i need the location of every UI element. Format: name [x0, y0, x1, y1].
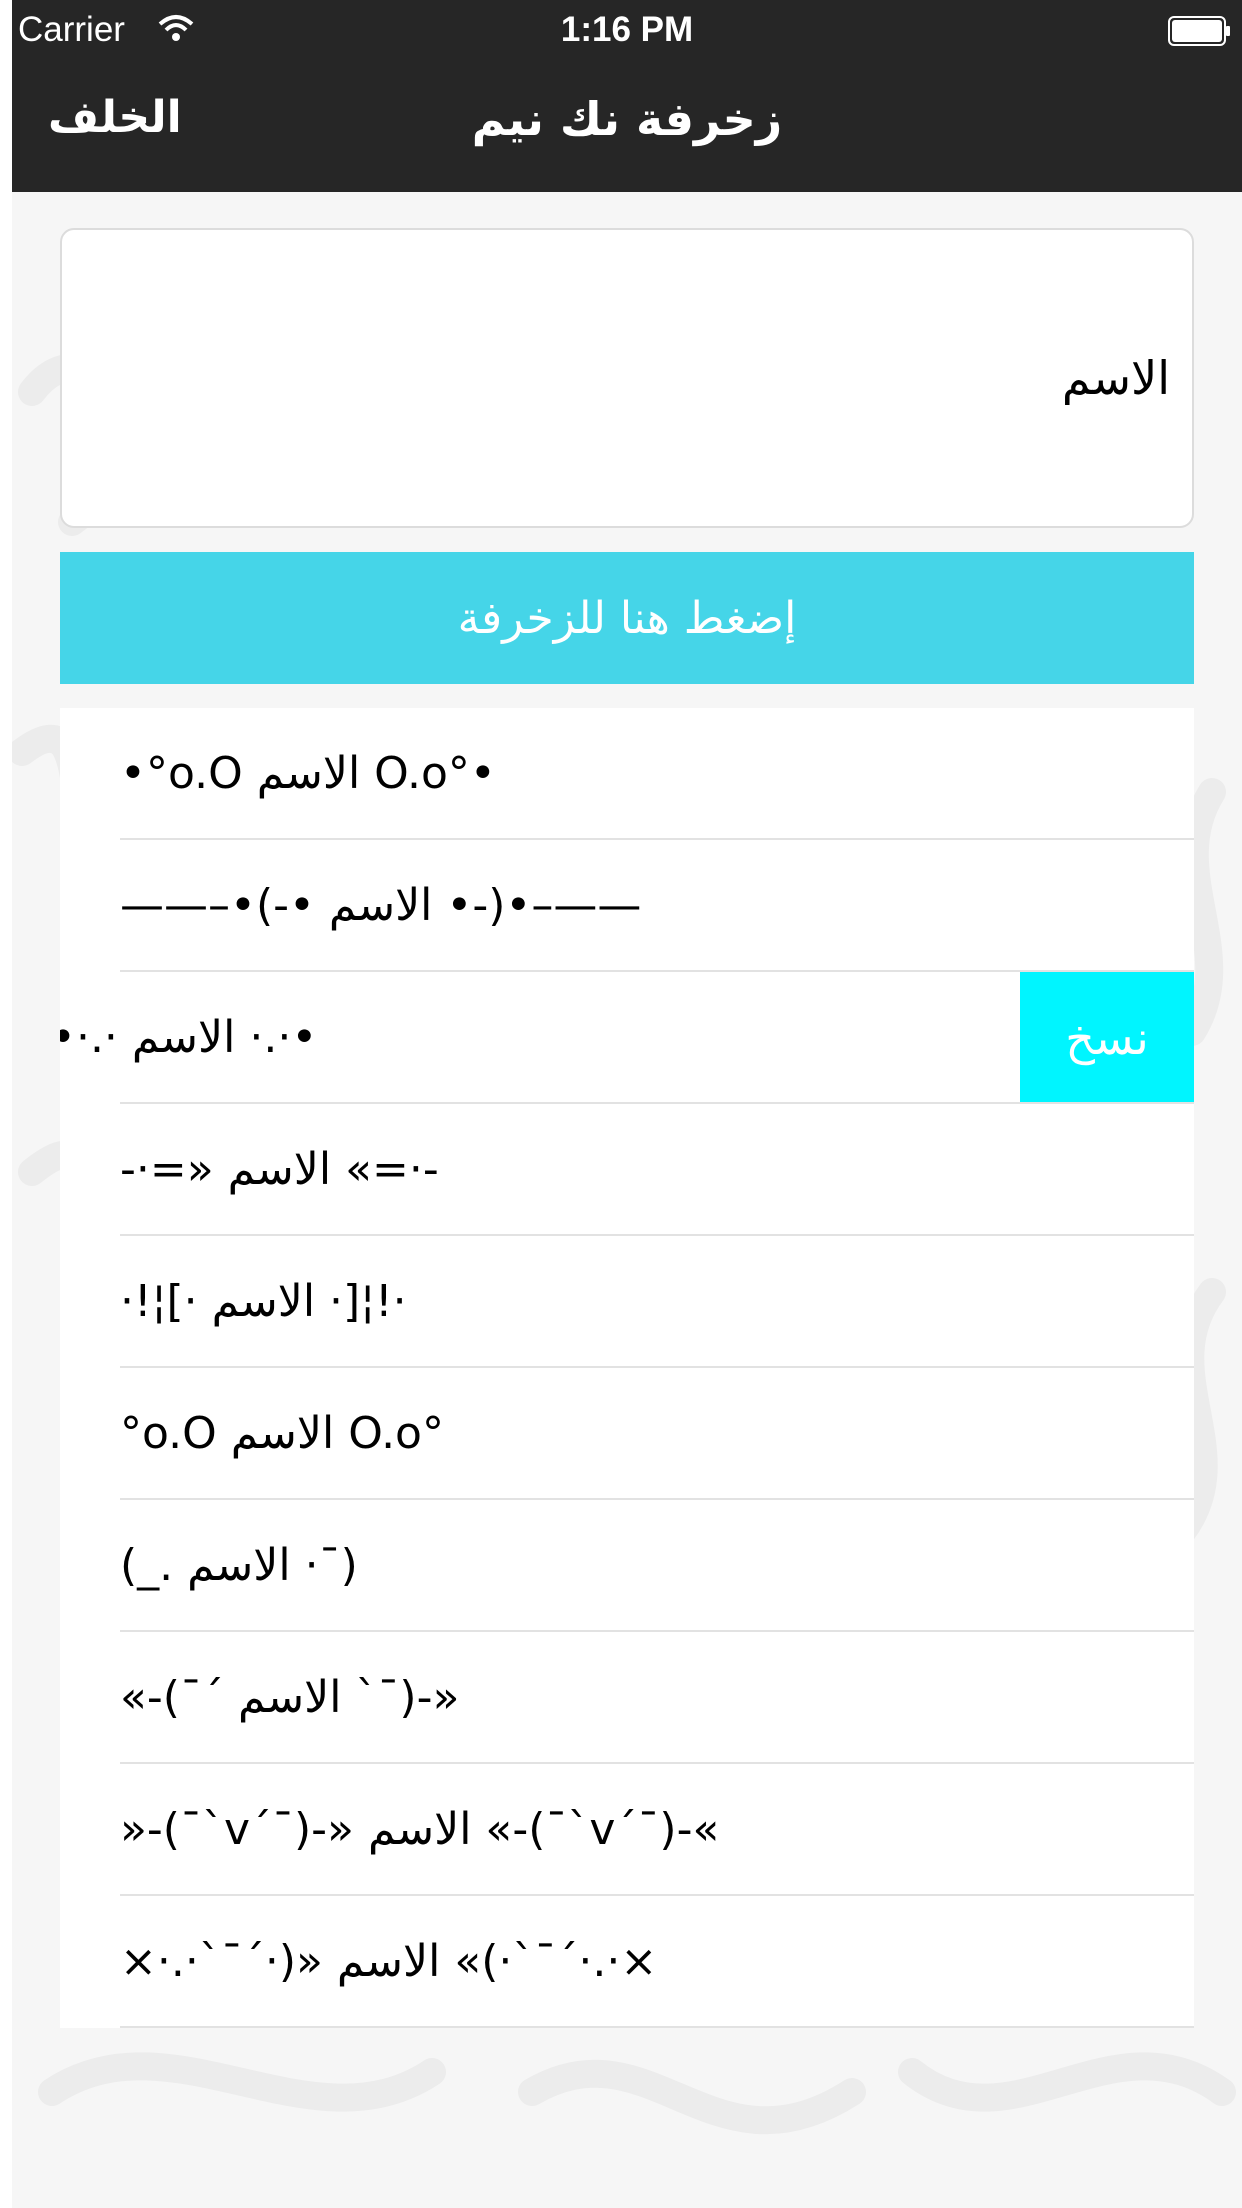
navigation-bar: الخلف زخرفة نك نيم	[12, 62, 1242, 192]
result-text: (¯· الاسم ._)	[120, 1540, 358, 1591]
result-row[interactable]: ×·.·´¯`·)» الاسم «(·´¯`·.·×	[60, 1896, 1194, 2028]
result-text: «-(¯` الاسم ´¯)-»	[120, 1672, 460, 1723]
page-title: زخرفة نك نيم	[471, 92, 783, 146]
result-text: •°o.O الاسم O.o°•	[120, 748, 496, 799]
result-text: »-(¯`v´¯)-» الاسم «-(¯`v´¯)-«	[120, 1804, 720, 1855]
status-bar: Carrier 1:16 PM	[12, 0, 1242, 62]
result-text: °o.O الاسم O.o°	[120, 1408, 444, 1459]
status-time: 1:16 PM	[560, 10, 694, 49]
name-input[interactable]	[60, 228, 1194, 528]
result-text: -·=» الاسم «=·-	[120, 1144, 439, 1195]
result-text: ——–•(-• الاسم •-)•–——	[120, 880, 642, 931]
result-row[interactable]: •°o.O الاسم O.o°•	[60, 708, 1194, 840]
screen: Carrier 1:16 PM الخلف زخرفة نك نيم إضغط …	[12, 0, 1242, 2208]
result-row[interactable]: (¯· الاسم ._)	[60, 1500, 1194, 1632]
copy-button[interactable]: نسخ	[1020, 972, 1194, 1104]
result-row-swiped[interactable]: •·.· الاسم ·.·• نسخ	[60, 972, 1194, 1104]
result-text: •·.· الاسم ·.·•	[60, 1012, 318, 1063]
decorate-button[interactable]: إضغط هنا للزخرفة	[60, 552, 1194, 684]
result-row[interactable]: ·!¦[· الاسم ·]¦!·	[60, 1236, 1194, 1368]
result-text: ×·.·´¯`·)» الاسم «(·´¯`·.·×	[120, 1936, 658, 1987]
result-row[interactable]: °o.O الاسم O.o°	[60, 1368, 1194, 1500]
row-separator	[120, 2026, 1194, 2028]
result-row[interactable]: -·=» الاسم «=·-	[60, 1104, 1194, 1236]
result-row[interactable]: ——–•(-• الاسم •-)•–——	[60, 840, 1194, 972]
result-row[interactable]: «-(¯` الاسم ´¯)-»	[60, 1632, 1194, 1764]
result-text: ·!¦[· الاسم ·]¦!·	[120, 1276, 407, 1327]
result-row[interactable]: »-(¯`v´¯)-» الاسم «-(¯`v´¯)-«	[60, 1764, 1194, 1896]
battery-icon	[1168, 16, 1230, 46]
results-list: •°o.O الاسم O.o°• ——–•(-• الاسم •-)•–—— …	[60, 708, 1194, 2028]
